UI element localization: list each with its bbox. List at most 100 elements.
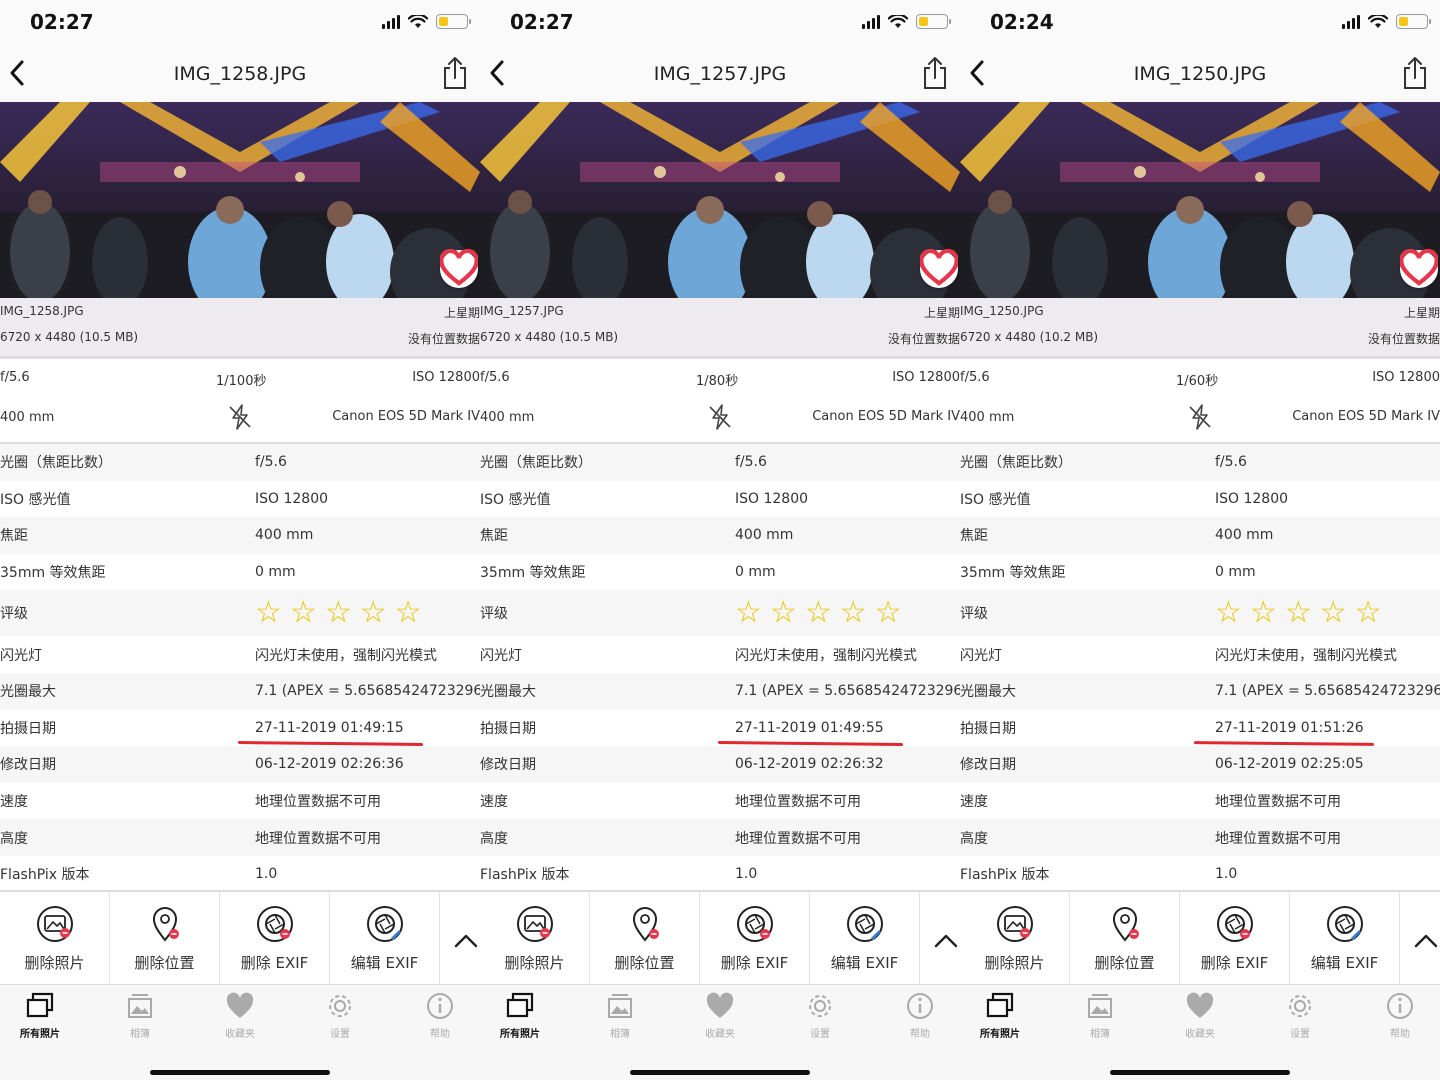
exif-row: 闪光灯 闪光灯未使用，强制闪光模式 [480,636,960,673]
star-icon[interactable]: ☆ [1320,598,1347,628]
exif-row: 高度 地理位置数据不可用 [0,819,480,856]
summary-shutter: 1/100秒 [216,374,267,389]
toolbar-button-delete-exif[interactable]: 删除 EXIF [700,892,810,984]
toolbar-button-delete-exif[interactable]: 删除 EXIF [220,892,330,984]
flash-off-icon [709,404,731,430]
exif-row: ISO 感光值 ISO 12800 [0,480,480,518]
tab-favorites-heart[interactable]: 收藏夹 [200,991,280,1051]
toolbar-button-delete-location[interactable]: 删除位置 [110,892,220,984]
tab-all-photos[interactable]: 所有照片 [960,991,1040,1051]
tab-settings-gear[interactable]: 设置 [300,991,380,1051]
tab-albums[interactable]: 相簿 [1060,991,1140,1051]
nav-bar: IMG_1258.JPG [0,46,480,102]
share-icon[interactable] [442,56,468,90]
photo-date-label: 上星期 [443,306,480,320]
toolbar-button-label: 删除位置 [1094,954,1155,972]
star-icon[interactable]: ☆ [1285,598,1312,628]
rating-stars[interactable]: ☆ ☆ ☆ ☆ ☆ [735,598,902,628]
summary-iso: ISO 12800 [892,370,960,385]
toolbar-button-delete-photo[interactable]: 删除照片 [480,892,590,984]
status-time: 02:27 [510,10,574,34]
exif-row-value: 0 mm [255,564,296,581]
exif-row-label: ISO 感光值 [960,491,1031,508]
tab-help-info[interactable]: 帮助 [880,991,960,1051]
tab-albums[interactable]: 相簿 [580,991,660,1051]
tab-settings-gear[interactable]: 设置 [1260,991,1340,1051]
edit-exif-icon [365,904,405,944]
exif-row-value: 400 mm [255,527,314,544]
favorite-heart-icon[interactable] [1400,248,1438,288]
star-icon[interactable]: ☆ [1355,598,1382,628]
exif-row-label: ISO 感光值 [480,491,551,508]
battery-icon [1396,14,1431,29]
star-icon[interactable]: ☆ [395,598,422,628]
tab-favorites-heart[interactable]: 收藏夹 [680,991,760,1051]
exif-row-label: 焦距 [960,528,988,545]
toolbar-button-delete-photo[interactable]: 删除照片 [960,892,1070,984]
tab-settings-gear[interactable]: 设置 [780,991,860,1051]
tab-favorites-heart[interactable]: 收藏夹 [1160,991,1240,1051]
wifi-icon [1368,14,1388,28]
tab-label: 设置 [330,1029,350,1040]
star-icon[interactable]: ☆ [840,598,867,628]
star-icon[interactable]: ☆ [770,598,797,628]
photo-preview[interactable] [960,102,1440,298]
rating-stars[interactable]: ☆ ☆ ☆ ☆ ☆ [255,598,422,628]
exif-row-label: 光圈（焦距比数） [0,455,112,472]
rating-stars[interactable]: ☆ ☆ ☆ ☆ ☆ [1215,598,1382,628]
star-icon[interactable]: ☆ [290,598,317,628]
exif-row-value: 闪光灯未使用，强制闪光模式 [255,647,437,664]
star-icon[interactable]: ☆ [875,598,902,628]
action-toolbar: 删除照片 删除位置 删除 EXIF 编辑 EXIF [0,890,480,984]
star-icon[interactable]: ☆ [1250,598,1277,628]
chevron-up-icon[interactable] [1412,930,1440,950]
toolbar-button-label: 编辑 EXIF [350,954,419,972]
exif-row-value: 7.1 (APEX = 5.656854247232965) [255,683,480,700]
toolbar-button-edit-exif[interactable]: 编辑 EXIF [1290,892,1400,984]
night-street-photo [0,102,480,298]
red-highlight-underline [237,740,424,746]
toolbar-button-edit-exif[interactable]: 编辑 EXIF [330,892,440,984]
photo-info-overlay: IMG_1258.JPG 上星期 6720 x 4480 (10.5 MB) 没… [0,298,480,356]
star-icon[interactable]: ☆ [1215,598,1242,628]
exif-row-label: 焦距 [480,528,508,545]
toolbar-button-delete-location[interactable]: 删除位置 [590,892,700,984]
star-icon[interactable]: ☆ [360,598,387,628]
tab-all-photos[interactable]: 所有照片 [480,991,560,1051]
share-icon[interactable] [922,56,948,90]
phone-screen-3: 02:24 IMG_1250.JPG IMG_1250.JPG 上星期 6720… [960,0,1440,1080]
share-icon[interactable] [1402,56,1428,90]
toolbar-button-delete-location[interactable]: 删除位置 [1070,892,1180,984]
tab-help-info[interactable]: 帮助 [400,991,480,1051]
tab-albums[interactable]: 相簿 [100,991,180,1051]
favorites-heart-icon [200,991,280,1021]
status-icons [862,14,951,29]
favorite-heart-icon[interactable] [920,248,958,288]
star-icon[interactable]: ☆ [805,598,832,628]
signal-icon [382,14,400,29]
toolbar-button-label: 删除 EXIF [1200,954,1269,972]
photo-preview[interactable] [480,102,960,298]
favorite-heart-icon[interactable] [440,248,478,288]
toolbar-button-delete-exif[interactable]: 删除 EXIF [1180,892,1290,984]
star-icon[interactable]: ☆ [255,598,282,628]
chevron-up-icon[interactable] [932,930,960,950]
photo-preview[interactable] [0,102,480,298]
exif-row: 闪光灯 闪光灯未使用，强制闪光模式 [960,636,1440,673]
star-icon[interactable]: ☆ [325,598,352,628]
exif-row: 闪光灯 闪光灯未使用，强制闪光模式 [0,636,480,673]
star-icon[interactable]: ☆ [735,598,762,628]
tab-all-photos[interactable]: 所有照片 [0,991,80,1051]
settings-gear-icon [1260,991,1340,1021]
toolbar-button-edit-exif[interactable]: 编辑 EXIF [810,892,920,984]
nav-title: IMG_1258.JPG [173,63,307,85]
exif-row: 速度 地理位置数据不可用 [960,782,1440,820]
exif-row: 评级 ☆ ☆ ☆ ☆ ☆ [960,590,1440,637]
tab-help-info[interactable]: 帮助 [1360,991,1440,1051]
exif-row-value: 1.0 [1215,866,1238,883]
exif-row-value: 闪光灯未使用，强制闪光模式 [735,647,917,664]
tab-label: 相簿 [1090,1029,1110,1040]
toolbar-button-delete-photo[interactable]: 删除照片 [0,892,110,984]
favorites-heart-icon [1160,991,1240,1021]
chevron-up-icon[interactable] [452,930,480,950]
